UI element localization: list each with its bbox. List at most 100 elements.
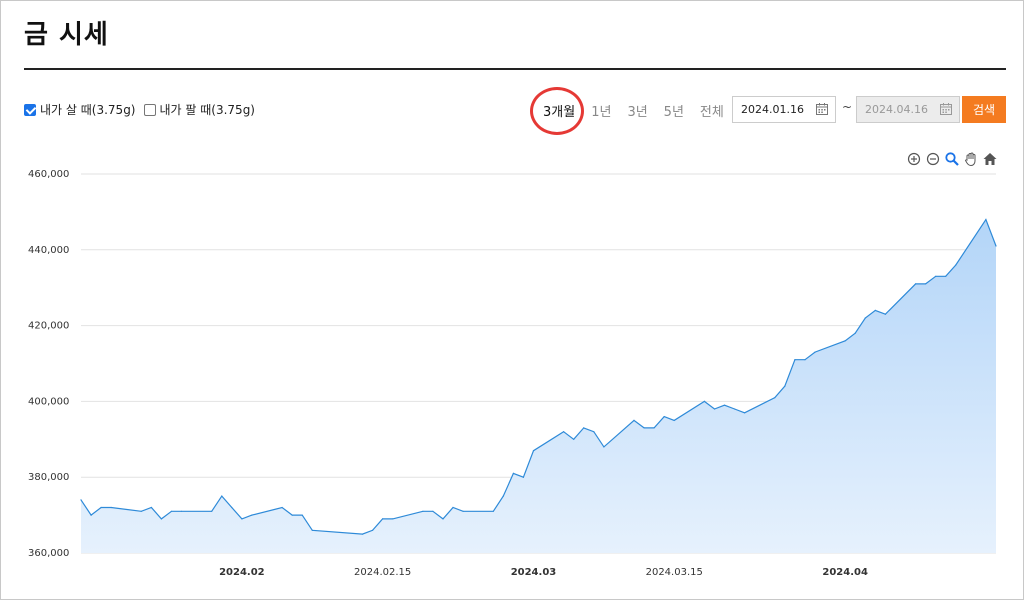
buy-price-checkbox[interactable]: 내가 살 때(3.75g) [24,101,136,118]
price-point [442,518,444,520]
title-divider [24,68,1006,70]
price-point [100,506,102,509]
price-point [150,506,152,509]
buy-price-label: 내가 살 때(3.75g) [40,103,136,117]
y-tick-label: 400,000 [28,396,69,407]
price-point [452,506,454,509]
price-point [160,518,162,520]
price-point [372,529,374,531]
x-axis-ticks: 2024.02 2024.02.15 2024.03 2024.03.15 2024.0… [219,567,868,578]
filter-controls: 내가 살 때(3.75g) 내가 팔 때(3.75g) 3개월 1년 3년 5년… [24,87,1006,135]
calendar-icon[interactable] [939,102,953,116]
price-point [864,317,866,319]
price-point [241,518,243,520]
price-point [874,309,876,311]
price-point [774,397,776,399]
price-point [90,514,92,516]
price-series [80,218,997,553]
price-point [422,510,424,512]
price-point [281,506,283,509]
page-title: 금 시세 [24,20,109,50]
y-tick-label: 380,000 [28,472,69,483]
price-point [462,510,464,512]
date-range-separator: ~ [842,100,853,114]
price-point [392,518,394,520]
price-point [502,495,504,497]
price-point [915,283,917,285]
y-tick-label: 420,000 [28,321,69,332]
price-point [301,514,303,516]
price-point [361,533,364,535]
search-button[interactable]: 검색 [962,96,1006,123]
price-point [784,385,786,387]
sell-price-label: 내가 팔 때(3.75g) [159,103,256,117]
price-point [583,427,585,429]
price-type-checkboxes: 내가 살 때(3.75g) 내가 팔 때(3.75g) [24,101,263,118]
price-point [663,416,665,418]
period-1-year[interactable]: 1년 [591,101,611,120]
price-point [603,446,605,448]
x-tick-label: 2024.02 [219,567,265,578]
price-point [713,408,716,410]
price-area-fill [81,219,996,553]
sell-price-checkbox-box[interactable] [143,103,156,116]
date-to-value: 2024.04.16 [865,103,928,116]
price-point [925,283,927,285]
sell-price-checkbox[interactable]: 내가 팔 때(3.75g) [143,101,256,118]
price-point [703,400,706,402]
price-point [673,419,675,421]
price-point [723,404,726,406]
calendar-icon[interactable] [815,102,829,116]
price-point [180,510,183,512]
price-point [382,518,384,520]
date-to-field[interactable]: 2024.04.16 [856,96,960,123]
price-point [512,472,515,474]
price-point [593,431,595,433]
price-point [884,313,887,315]
price-point [955,264,957,266]
price-point [211,510,213,512]
price-point [231,506,233,509]
price-point [814,351,816,353]
price-point [804,359,806,361]
x-tick-label: 2024.03 [511,567,557,578]
period-selector: 3개월 1년 3년 5년 전체 [529,87,740,135]
y-axis-ticks: 360,000 380,000 400,000 420,000 440,000 460,0… [28,169,69,559]
price-point [110,506,112,509]
x-tick-label: 2024.02.15 [354,567,411,578]
price-point [140,510,142,512]
price-point [251,514,253,516]
y-tick-label: 440,000 [28,245,69,256]
price-point [643,427,645,429]
period-3-months[interactable]: 3개월 [529,87,585,135]
price-point [935,275,937,277]
price-point [744,412,746,414]
price-point [734,408,736,410]
period-5-years[interactable]: 5년 [664,101,684,120]
price-point [311,529,313,531]
buy-price-checkbox-box[interactable] [24,103,36,116]
price-point [653,427,655,429]
price-point [573,438,575,440]
price-point [432,510,434,512]
price-point [985,218,987,221]
price-point [532,450,535,452]
period-all[interactable]: 전체 [700,101,724,120]
price-point [80,499,82,501]
x-tick-label: 2024.03.15 [646,567,703,578]
price-point [221,495,223,497]
gold-price-chart[interactable]: 360,000 380,000 400,000 420,000 440,000 460,0… [0,140,1024,580]
price-point [563,431,565,433]
price-point [945,275,947,277]
price-point [844,340,846,342]
date-from-value: 2024.01.16 [741,103,804,116]
price-point [522,476,525,478]
y-tick-label: 460,000 [28,169,69,180]
date-from-field[interactable]: 2024.01.16 [732,96,836,123]
price-point [633,419,635,421]
price-point [995,245,997,247]
price-point [170,510,173,512]
y-tick-label: 360,000 [28,548,69,559]
period-3-years[interactable]: 3년 [627,101,647,120]
price-point [794,359,796,361]
